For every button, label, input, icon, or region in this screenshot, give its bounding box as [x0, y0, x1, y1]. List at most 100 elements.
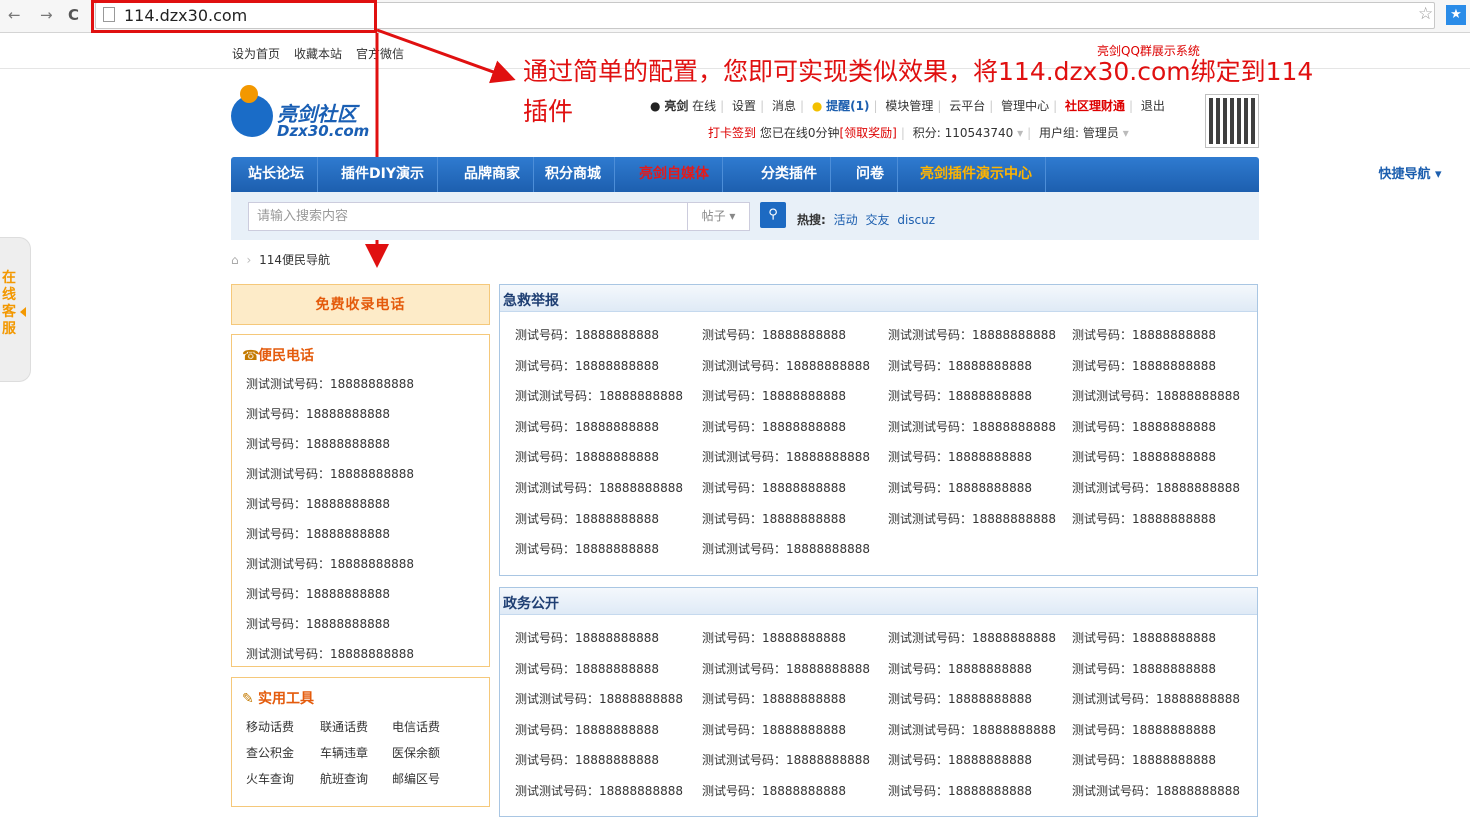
phone-entry[interactable]: 测试号码：18888888888 [515, 510, 659, 527]
search-icon: ⚲ [768, 207, 778, 222]
quick-nav-button[interactable]: 快捷导航 ▾ [1361, 163, 1459, 187]
arrow-to-annotation [376, 28, 516, 84]
search-button[interactable]: ⚲ [760, 202, 786, 228]
phone-entry[interactable]: 测试号码：18888888888 [1072, 751, 1216, 768]
phone-entry[interactable]: 测试测试号码：18888888888 [515, 479, 683, 496]
phone-entry[interactable]: 测试号码：18888888888 [702, 690, 846, 707]
nav-item-points-mall[interactable]: 积分商城 [532, 157, 615, 192]
phone-entry[interactable]: 测试号码：18888888888 [888, 357, 1032, 374]
phone-entry[interactable]: 测试测试号码：18888888888 [888, 510, 1056, 527]
breadcrumb-current[interactable]: 114便民导航 [259, 253, 330, 267]
phone-entry[interactable]: 测试号码：18888888888 [888, 751, 1032, 768]
phone-entry[interactable]: 测试号码：18888888888 [1072, 448, 1216, 465]
tool-link[interactable]: 火车查询 [246, 770, 294, 787]
phone-entry[interactable]: 测试号码：18888888888 [515, 326, 659, 343]
tool-link[interactable]: 车辆违章 [320, 744, 368, 761]
phone-entry[interactable]: 测试号码：18888888888 [515, 448, 659, 465]
wrench-icon: ✎ [242, 691, 254, 707]
phone-entry[interactable]: 测试号码：18888888888 [1072, 357, 1216, 374]
phone-entry[interactable]: 测试号码：18888888888 [888, 479, 1032, 496]
phone-item[interactable]: 测试号码：18888888888 [246, 585, 390, 602]
phone-item[interactable]: 测试号码：18888888888 [246, 435, 390, 452]
phone-item[interactable]: 测试号码：18888888888 [246, 495, 390, 512]
phone-entry[interactable]: 测试测试号码：18888888888 [888, 418, 1056, 435]
phone-item[interactable]: 测试测试号码：18888888888 [246, 375, 414, 392]
phone-entry[interactable]: 测试号码：18888888888 [888, 448, 1032, 465]
phone-entry[interactable]: 测试测试号码：18888888888 [1072, 387, 1240, 404]
phone-entry[interactable]: 测试测试号码：18888888888 [1072, 690, 1240, 707]
phone-entry[interactable]: 测试号码：18888888888 [1072, 326, 1216, 343]
phone-entry[interactable]: 测试号码：18888888888 [702, 782, 846, 799]
phone-entry[interactable]: 测试号码：18888888888 [888, 690, 1032, 707]
phone-item[interactable]: 测试测试号码：18888888888 [246, 645, 414, 662]
nav-item-plugin-diy[interactable]: 插件DIY演示 [328, 157, 438, 192]
nav-item-brands[interactable]: 品牌商家 [451, 157, 534, 192]
phone-entry[interactable]: 测试测试号码：18888888888 [1072, 479, 1240, 496]
phone-entry[interactable]: 测试号码：18888888888 [702, 326, 846, 343]
online-service-tab[interactable]: 在线客服 [0, 237, 31, 382]
phone-entry[interactable]: 测试号码：18888888888 [515, 418, 659, 435]
nav-item-category-plugins[interactable]: 分类插件 [748, 157, 831, 192]
search-type-select[interactable]: 帖子 ▾ [688, 202, 750, 231]
hot-link-discuz[interactable]: discuz [897, 213, 935, 227]
hot-link-dating[interactable]: 交友 [865, 213, 889, 227]
search-input[interactable]: 请输入搜索内容 [248, 202, 688, 231]
tool-link[interactable]: 电信话费 [392, 718, 440, 735]
phone-entry[interactable]: 测试号码：18888888888 [702, 479, 846, 496]
phone-entry[interactable]: 测试测试号码：18888888888 [702, 357, 870, 374]
phone-entry[interactable]: 测试号码：18888888888 [702, 418, 846, 435]
phone-entry[interactable]: 测试号码：18888888888 [702, 510, 846, 527]
phone-entry[interactable]: 测试测试号码：18888888888 [702, 540, 870, 557]
phone-entry[interactable]: 测试号码：18888888888 [1072, 660, 1216, 677]
phone-entry[interactable]: 测试测试号码：18888888888 [888, 326, 1056, 343]
home-icon[interactable]: ⌂ [231, 253, 239, 267]
phone-item[interactable]: 测试号码：18888888888 [246, 525, 390, 542]
tool-link[interactable]: 移动话费 [246, 718, 294, 735]
phone-entry[interactable]: 测试号码：18888888888 [1072, 629, 1216, 646]
nav-item-survey[interactable]: 问卷 [843, 157, 898, 192]
phone-entry[interactable]: 测试号码：18888888888 [702, 721, 846, 738]
quick-nav-label: 快捷导航 [1378, 167, 1431, 182]
phone-item[interactable]: 测试号码：18888888888 [246, 615, 390, 632]
phone-entry[interactable]: 测试号码：18888888888 [702, 629, 846, 646]
phone-entry[interactable]: 测试号码：18888888888 [888, 387, 1032, 404]
phone-entry[interactable]: 测试测试号码：18888888888 [702, 751, 870, 768]
phone-item[interactable]: 测试测试号码：18888888888 [246, 555, 414, 572]
tool-link[interactable]: 医保余额 [392, 744, 440, 761]
phone-entry[interactable]: 测试测试号码：18888888888 [515, 690, 683, 707]
phone-entry[interactable]: 测试号码：18888888888 [515, 629, 659, 646]
phone-entry[interactable]: 测试测试号码：18888888888 [888, 721, 1056, 738]
phone-entry[interactable]: 测试号码：18888888888 [515, 660, 659, 677]
phone-entry[interactable]: 测试号码：18888888888 [515, 751, 659, 768]
free-listing-button[interactable]: 免费收录电话 [231, 284, 490, 325]
phone-entry[interactable]: 测试号码：18888888888 [1072, 510, 1216, 527]
panel-emergency: 急救举报 测试号码：18888888888 测试号码：18888888888 测试测… [499, 284, 1258, 576]
phone-entry[interactable]: 测试号码：18888888888 [1072, 418, 1216, 435]
phone-entry[interactable]: 测试测试号码：18888888888 [702, 448, 870, 465]
online-service-label: 在线客服 [2, 270, 16, 337]
tool-link[interactable]: 航班查询 [320, 770, 368, 787]
nav-item-forum[interactable]: 站长论坛 [235, 157, 318, 192]
hot-link-activity[interactable]: 活动 [834, 213, 858, 227]
phone-item[interactable]: 测试号码：18888888888 [246, 405, 390, 422]
phone-entry[interactable]: 测试号码：18888888888 [888, 782, 1032, 799]
chevron-down-icon: ▾ [1435, 167, 1442, 182]
phone-entry[interactable]: 测试测试号码：18888888888 [1072, 782, 1240, 799]
phone-entry[interactable]: 测试号码：18888888888 [702, 387, 846, 404]
phone-entry[interactable]: 测试号码：18888888888 [515, 540, 659, 557]
tool-link[interactable]: 查公积金 [246, 744, 294, 761]
nav-item-media[interactable]: 亮剑自媒体 [626, 157, 723, 192]
phone-entry[interactable]: 测试号码：18888888888 [515, 357, 659, 374]
phone-item[interactable]: 测试测试号码：18888888888 [246, 465, 414, 482]
phone-entry[interactable]: 测试号码：18888888888 [515, 721, 659, 738]
tool-link[interactable]: 联通话费 [320, 718, 368, 735]
phone-entry[interactable]: 测试号码：18888888888 [1072, 721, 1216, 738]
nav-item-demo-center[interactable]: 亮剑插件演示中心 [907, 157, 1046, 192]
phone-entry[interactable]: 测试测试号码：18888888888 [702, 660, 870, 677]
phone-entry[interactable]: 测试号码：18888888888 [888, 660, 1032, 677]
hot-searches: 热搜: 活动 交友 discuz [797, 211, 935, 228]
tool-link[interactable]: 邮编区号 [392, 770, 440, 787]
phone-entry[interactable]: 测试测试号码：18888888888 [515, 387, 683, 404]
phone-entry[interactable]: 测试测试号码：18888888888 [888, 629, 1056, 646]
phone-entry[interactable]: 测试测试号码：18888888888 [515, 782, 683, 799]
